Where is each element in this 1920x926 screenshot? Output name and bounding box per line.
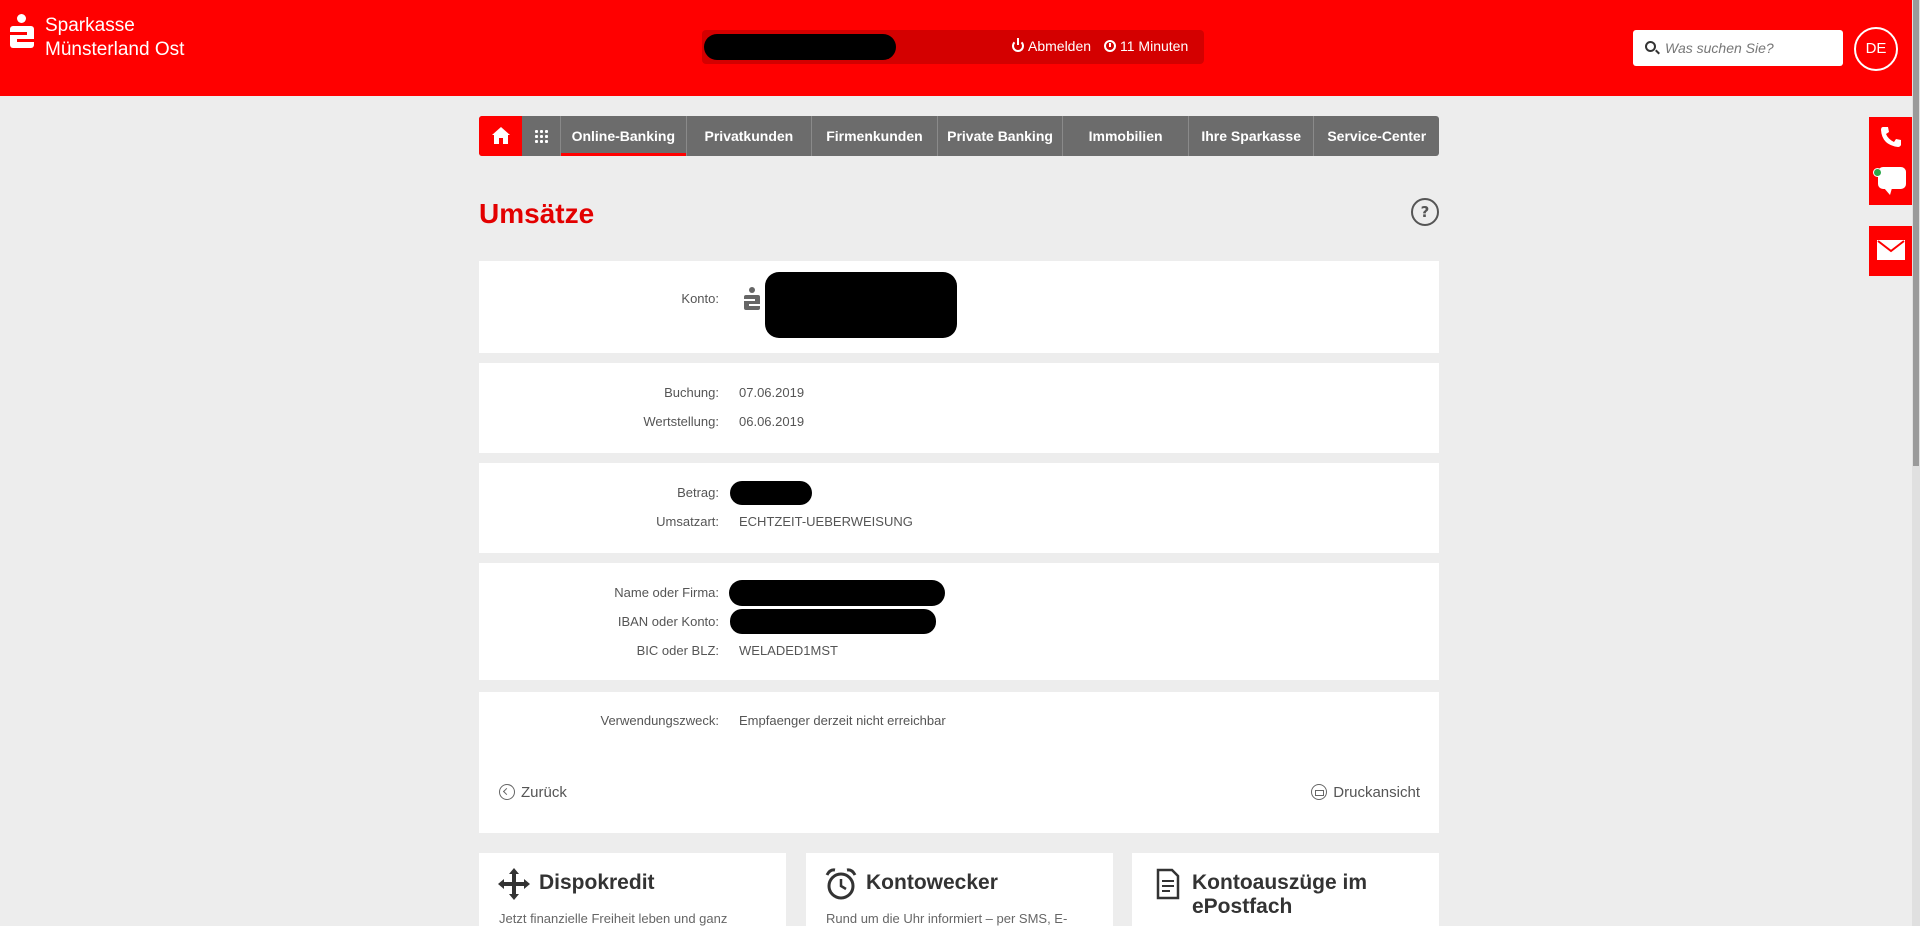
print-label: Druckansicht (1333, 784, 1420, 801)
mail-icon[interactable] (1877, 240, 1905, 260)
power-icon (1012, 38, 1024, 52)
teaser-text: Jetzt finanzielle Freiheit leben und gan… (499, 911, 728, 926)
konto-row: Konto: (479, 291, 1439, 313)
booking-panel: Buchung: 07.06.2019 Wertstellung: 06.06.… (479, 363, 1439, 453)
wertstellung-row: Wertstellung: 06.06.2019 (479, 414, 1439, 436)
search-icon[interactable] (1645, 41, 1656, 52)
search-box (1633, 30, 1843, 66)
verwendungszweck-row: Verwendungszweck: Empfaenger derzeit nic… (479, 713, 1439, 735)
clock-icon (1104, 40, 1116, 52)
betrag-row: Betrag: (479, 485, 1439, 507)
chat-icon[interactable] (1878, 167, 1906, 195)
redacted-username (704, 34, 896, 60)
umsatzart-value: ECHTZEIT-UEBERWEISUNG (739, 514, 913, 529)
teaser-text: Rund um die Uhr informiert – per SMS, E- (826, 911, 1068, 926)
print-icon (1311, 784, 1328, 800)
sparkasse-s-icon (10, 14, 34, 54)
brand-name: Sparkasse Münsterland Ost (45, 14, 184, 62)
session-bar: Abmelden 11 Minuten (702, 30, 1204, 64)
purpose-panel: Verwendungszweck: Empfaenger derzeit nic… (479, 692, 1439, 833)
buchung-value: 07.06.2019 (739, 385, 805, 400)
chat-online-indicator (1873, 168, 1882, 177)
buchung-label: Buchung: (664, 385, 719, 400)
amount-panel: Betrag: Umsatzart: ECHTZEIT-UEBERWEISUNG (479, 463, 1439, 553)
page-scrollbar[interactable] (1912, 0, 1920, 926)
sparkasse-account-icon (744, 287, 760, 311)
buchung-row: Buchung: 07.06.2019 (479, 385, 1439, 407)
back-link[interactable]: Zurück (499, 784, 567, 801)
nav-item-ihre-sparkasse[interactable]: Ihre Sparkasse (1189, 116, 1315, 156)
help-button[interactable]: ? (1411, 198, 1439, 226)
account-panel: Konto: (479, 261, 1439, 353)
main-navigation: Online-Banking Privatkunden Firmenkunden… (479, 116, 1439, 156)
name-label: Name oder Firma: (614, 585, 719, 600)
teaser-title: Kontoauszüge im ePostfach (1192, 871, 1367, 919)
brand-line-1: Sparkasse (45, 15, 135, 36)
verwendungszweck-label: Verwendungszweck: (600, 713, 719, 728)
back-arrow-icon (499, 784, 515, 800)
language-switch-button[interactable]: DE (1854, 27, 1898, 71)
mail-sidebar (1869, 226, 1912, 276)
wertstellung-value: 06.06.2019 (739, 414, 805, 429)
bic-label: BIC oder BLZ: (636, 643, 719, 658)
sparkasse-logo[interactable]: Sparkasse Münsterland Ost (10, 14, 184, 62)
nav-item-private-banking[interactable]: Private Banking (938, 116, 1064, 156)
wertstellung-label: Wertstellung: (643, 414, 719, 429)
teaser-title-line-1: Kontoauszüge im (1192, 871, 1368, 894)
teaser-title: Dispokredit (539, 871, 655, 894)
umsatzart-label: Umsatzart: (656, 514, 719, 529)
bic-row: BIC oder BLZ: WELADED1MST (479, 643, 1439, 665)
apps-grid-button[interactable] (522, 116, 561, 156)
umsatzart-row: Umsatzart: ECHTZEIT-UEBERWEISUNG (479, 514, 1439, 536)
iban-row: IBAN oder Konto: (479, 614, 1439, 636)
verwendungszweck-value: Empfaenger derzeit nicht erreichbar (739, 713, 946, 728)
move-arrows-icon (498, 868, 530, 900)
session-timer-value: 11 Minuten (1120, 38, 1189, 54)
phone-icon[interactable] (1879, 125, 1903, 149)
teaser-title: Kontowecker (866, 871, 998, 894)
scrollbar-thumb[interactable] (1913, 0, 1919, 466)
print-view-link[interactable]: Druckansicht (1311, 784, 1420, 801)
search-input[interactable] (1665, 30, 1835, 66)
bic-value: WELADED1MST (739, 643, 838, 658)
name-row: Name oder Firma: (479, 585, 1439, 607)
nav-item-service-center[interactable]: Service-Center (1314, 116, 1439, 156)
redacted-account (765, 272, 957, 338)
brand-line-2: Münsterland Ost (45, 39, 185, 60)
contact-sidebar (1869, 117, 1912, 205)
recipient-panel: Name oder Firma: IBAN oder Konto: BIC od… (479, 563, 1439, 680)
iban-label: IBAN oder Konto: (617, 614, 719, 629)
nav-item-online-banking[interactable]: Online-Banking (561, 116, 687, 156)
back-label: Zurück (521, 784, 567, 801)
alarm-clock-icon (825, 868, 857, 900)
logout-label: Abmelden (1028, 38, 1092, 54)
nav-item-immobilien[interactable]: Immobilien (1063, 116, 1189, 156)
top-header: Sparkasse Münsterland Ost Abmelden 11 Mi… (0, 0, 1920, 96)
logout-button[interactable]: Abmelden (1012, 38, 1091, 54)
grid-icon (534, 129, 549, 144)
betrag-label: Betrag: (677, 485, 719, 500)
session-timer: 11 Minuten (1104, 38, 1188, 54)
teaser-kontoauszuege[interactable]: Kontoauszüge im ePostfach (1132, 853, 1439, 926)
redacted-iban (730, 609, 936, 634)
teaser-title-line-2: ePostfach (1192, 895, 1293, 918)
redacted-amount (730, 481, 812, 505)
teaser-dispokredit[interactable]: Dispokredit Jetzt finanzielle Freiheit l… (479, 853, 786, 926)
page-title: Umsätze (479, 198, 595, 229)
home-button[interactable] (479, 116, 522, 156)
nav-item-firmenkunden[interactable]: Firmenkunden (812, 116, 938, 156)
redacted-name (729, 580, 945, 606)
teaser-kontowecker[interactable]: Kontowecker Rund um die Uhr informiert –… (806, 853, 1113, 926)
document-icon (1156, 868, 1180, 900)
nav-item-privatkunden[interactable]: Privatkunden (687, 116, 813, 156)
konto-label: Konto: (681, 291, 719, 306)
